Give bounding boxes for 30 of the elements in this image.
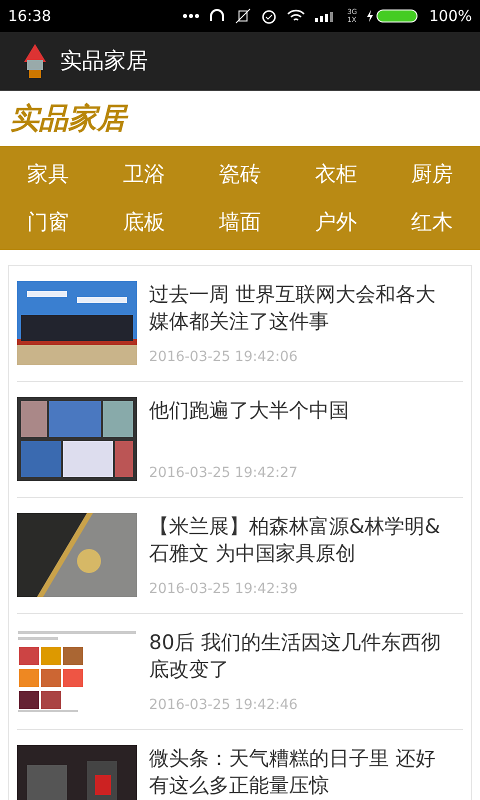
article-time: 2016-03-25 19:42:46 bbox=[149, 697, 299, 713]
category-link[interactable]: 厨房 bbox=[384, 150, 480, 198]
brand-title: 实品家居 bbox=[10, 98, 126, 138]
article-title[interactable]: 【米兰展】柏森林富源&林学明&石雅文 为中国家具原创 bbox=[149, 513, 451, 567]
article-title[interactable]: 过去一周 世界互联网大会和各大媒体都关注了这件事 bbox=[149, 281, 451, 335]
category-link[interactable]: 底板 bbox=[96, 198, 192, 246]
category-link[interactable]: 瓷砖 bbox=[192, 150, 288, 198]
article-time: 2016-03-25 19:42:39 bbox=[149, 581, 299, 597]
category-link[interactable]: 卫浴 bbox=[96, 150, 192, 198]
article-title[interactable]: 80后 我们的生活因这几件东西彻底改变了 bbox=[149, 629, 451, 683]
charging-battery-icon bbox=[367, 9, 420, 23]
dots-icon bbox=[183, 14, 200, 18]
wifi-icon bbox=[287, 9, 306, 23]
house-logo-icon bbox=[24, 44, 46, 78]
article-time: 2016-03-25 19:42:27 bbox=[149, 465, 299, 481]
article-title[interactable]: 他们跑遍了大半个中国 bbox=[149, 397, 451, 424]
category-link[interactable]: 门窗 bbox=[0, 198, 96, 246]
alarm-icon bbox=[261, 8, 278, 24]
battery-percent: 100% bbox=[429, 7, 472, 25]
clock: 16:38 bbox=[8, 7, 52, 25]
category-link[interactable]: 家具 bbox=[0, 150, 96, 198]
article-title[interactable]: 微头条：天气糟糕的日子里 还好有这么多正能量压惊 bbox=[149, 745, 451, 799]
category-link[interactable]: 墙面 bbox=[192, 198, 288, 246]
category-link[interactable]: 衣柜 bbox=[288, 150, 384, 198]
headset-icon bbox=[209, 8, 226, 24]
app-title: 实品家居 bbox=[60, 48, 148, 76]
category-link[interactable]: 户外 bbox=[288, 198, 384, 246]
category-link[interactable]: 红木 bbox=[384, 198, 480, 246]
vibrate-off-icon bbox=[235, 8, 252, 24]
article-time: 2016-03-25 19:42:06 bbox=[149, 349, 299, 365]
